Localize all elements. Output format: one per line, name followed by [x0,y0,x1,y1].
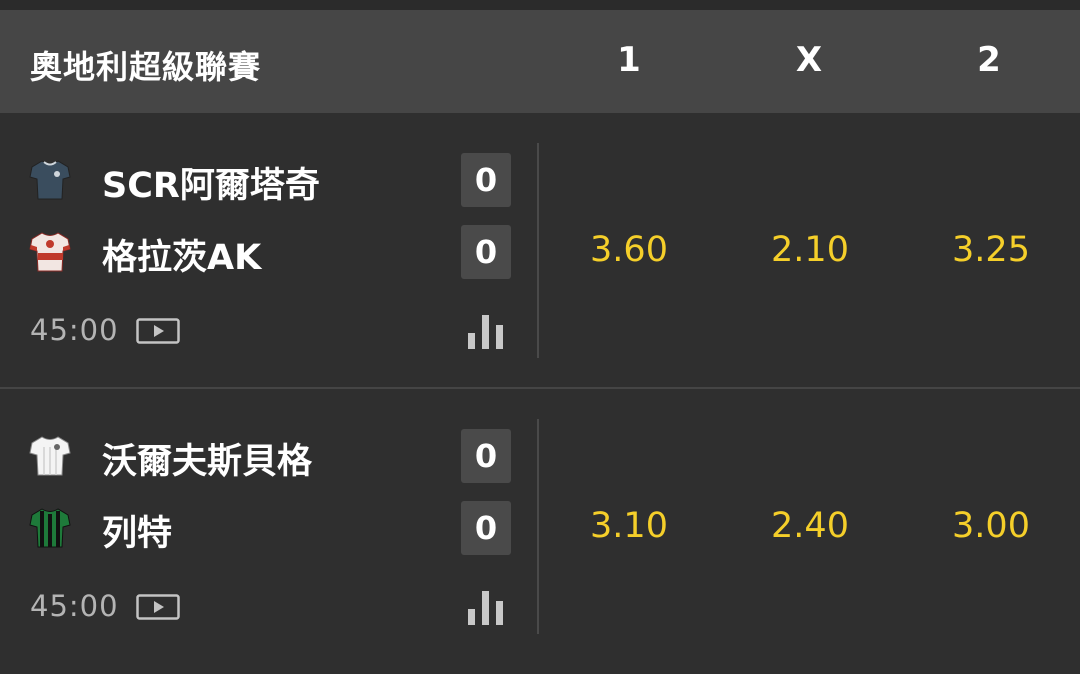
white-shirt-icon [29,436,71,476]
column-draw: X [795,40,823,80]
league-title: 奧地利超級聯賽 [30,48,262,86]
match-clock: 45:00 [30,313,119,347]
green-black-striped-shirt-icon [29,508,71,548]
navy-shirt-icon [29,160,71,200]
match-row[interactable]: SCR阿爾塔奇 0 格拉茨AK 0 45:00 3.60 2.10 3.25 [0,113,1080,388]
odds-draw[interactable]: 2.40 [745,506,875,546]
red-white-shirt-icon [29,232,71,272]
away-score: 0 [461,501,511,555]
home-team-row: SCR阿爾塔奇 0 [0,153,530,209]
column-away-win: 2 [977,40,1001,80]
stats-icon[interactable] [468,313,504,349]
odds-away[interactable]: 3.25 [926,230,1056,270]
home-score: 0 [461,153,511,207]
home-team-name: 沃爾夫斯貝格 [102,442,313,482]
home-team-name: SCR阿爾塔奇 [102,166,320,206]
away-team-row: 列特 0 [0,501,530,557]
stats-icon[interactable] [468,589,504,625]
odds-away[interactable]: 3.00 [926,506,1056,546]
video-play-icon[interactable] [136,594,180,620]
away-team-name: 格拉茨AK [102,238,262,278]
odds-home[interactable]: 3.10 [564,506,694,546]
top-strip [0,0,1080,10]
column-separator [537,143,539,358]
home-score: 0 [461,429,511,483]
league-header: 奧地利超級聯賽 1 X 2 [0,10,1080,113]
away-score: 0 [461,225,511,279]
match-clock: 45:00 [30,589,119,623]
home-team-row: 沃爾夫斯貝格 0 [0,429,530,485]
video-play-icon[interactable] [136,318,180,344]
away-team-row: 格拉茨AK 0 [0,225,530,281]
away-team-name: 列特 [102,514,173,554]
column-home-win: 1 [617,40,641,80]
column-separator [537,419,539,634]
odds-draw[interactable]: 2.10 [745,230,875,270]
match-row[interactable]: 沃爾夫斯貝格 0 列特 0 45:00 3.10 2.40 3.00 [0,389,1080,664]
odds-home[interactable]: 3.60 [564,230,694,270]
